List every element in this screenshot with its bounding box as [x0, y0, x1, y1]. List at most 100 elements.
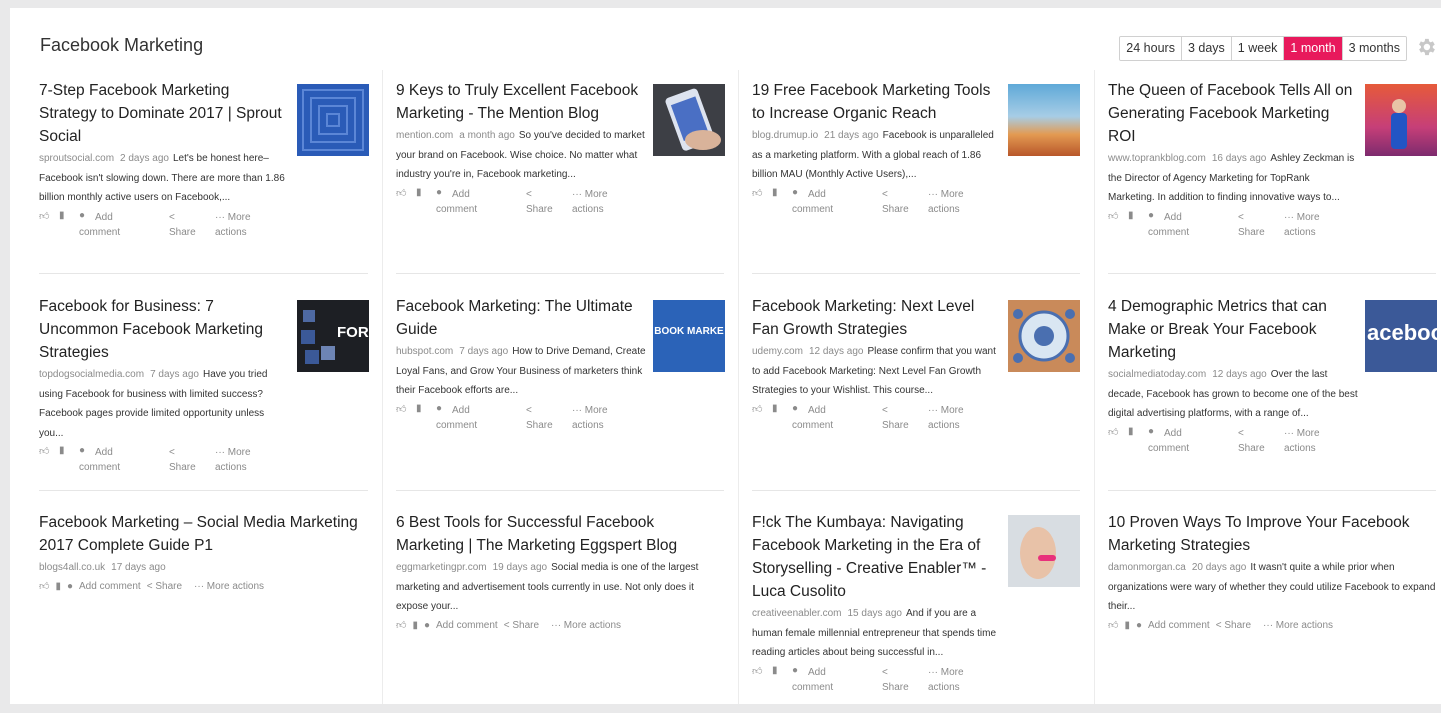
more-actions-button[interactable]: ··· More actions	[572, 403, 608, 433]
bookmark-icon[interactable]: ▮	[1128, 210, 1134, 221]
article-thumbnail[interactable]: FOR	[297, 300, 369, 372]
comment-icon[interactable]: ●	[79, 210, 85, 221]
bookmark-icon[interactable]: ▮	[55, 581, 61, 592]
bookmark-icon[interactable]: ▮	[59, 445, 65, 456]
comment-icon[interactable]: ●	[792, 187, 798, 198]
add-comment-button[interactable]: Add comment	[1148, 426, 1189, 456]
share-button[interactable]: < Share	[169, 445, 196, 475]
comment-icon[interactable]: ●	[1148, 426, 1154, 437]
article-thumbnail[interactable]: BOOK MARKE	[653, 300, 725, 372]
thumbs-up-icon[interactable]: 👍︎	[752, 187, 762, 199]
share-button[interactable]: < Share	[169, 210, 196, 240]
article-title[interactable]: 6 Best Tools for Successful Facebook Mar…	[396, 511, 726, 557]
article-source[interactable]: hubspot.com	[396, 346, 453, 357]
article-title[interactable]: The Queen of Facebook Tells All on Gener…	[1108, 79, 1358, 148]
more-actions-button[interactable]: ··· More actions	[1263, 620, 1333, 631]
article-source[interactable]: creativeenabler.com	[752, 608, 842, 619]
bookmark-icon[interactable]: ▮	[59, 210, 65, 221]
more-actions-button[interactable]: ··· More actions	[215, 445, 251, 475]
article-title[interactable]: F!ck The Kumbaya: Navigating Facebook Ma…	[752, 511, 1002, 603]
article-title[interactable]: Facebook for Business: 7 Uncommon Facebo…	[39, 295, 289, 364]
more-actions-button[interactable]: ··· More actions	[928, 665, 964, 695]
article-title[interactable]: 9 Keys to Truly Excellent Facebook Marke…	[396, 79, 646, 125]
comment-icon[interactable]: ●	[792, 665, 798, 676]
thumbs-up-icon[interactable]: 👍︎	[396, 403, 406, 415]
more-actions-button[interactable]: ··· More actions	[928, 403, 964, 433]
thumbs-up-icon[interactable]: 👍︎	[1108, 620, 1118, 631]
article-thumbnail[interactable]	[1365, 84, 1437, 156]
comment-icon[interactable]: ●	[1136, 620, 1142, 631]
add-comment-button[interactable]: Add comment	[792, 403, 833, 433]
share-button[interactable]: < Share	[526, 403, 553, 433]
comment-icon[interactable]: ●	[79, 445, 85, 456]
more-actions-button[interactable]: ··· More actions	[928, 187, 964, 217]
thumbs-up-icon[interactable]: 👍︎	[1108, 210, 1118, 222]
article-source[interactable]: udemy.com	[752, 346, 803, 357]
share-button[interactable]: < Share	[1216, 620, 1257, 631]
thumbs-up-icon[interactable]: 👍︎	[39, 445, 49, 457]
add-comment-button[interactable]: Add comment	[792, 665, 833, 695]
bookmark-icon[interactable]: ▮	[1124, 620, 1130, 631]
add-comment-button[interactable]: Add comment	[436, 187, 477, 217]
bookmark-icon[interactable]: ▮	[412, 620, 418, 631]
article-title[interactable]: Facebook Marketing: Next Level Fan Growt…	[752, 295, 1002, 341]
comment-icon[interactable]: ●	[1148, 210, 1154, 221]
share-button[interactable]: < Share	[147, 581, 188, 592]
article-thumbnail[interactable]	[1008, 300, 1080, 372]
share-button[interactable]: < Share	[882, 403, 909, 433]
article-title[interactable]: Facebook Marketing: The Ultimate Guide	[396, 295, 646, 341]
thumbs-up-icon[interactable]: 👍︎	[396, 620, 406, 631]
add-comment-button[interactable]: Add comment	[1148, 620, 1210, 631]
add-comment-button[interactable]: Add comment	[436, 403, 477, 433]
bookmark-icon[interactable]: ▮	[772, 187, 778, 198]
more-actions-button[interactable]: ··· More actions	[572, 187, 608, 217]
add-comment-button[interactable]: Add comment	[79, 581, 141, 592]
thumbs-up-icon[interactable]: 👍︎	[752, 665, 762, 677]
gear-icon[interactable]	[1415, 36, 1437, 58]
article-source[interactable]: topdogsocialmedia.com	[39, 369, 144, 380]
article-title[interactable]: 19 Free Facebook Marketing Tools to Incr…	[752, 79, 1002, 125]
thumbs-up-icon[interactable]: 👍︎	[39, 210, 49, 222]
more-actions-button[interactable]: ··· More actions	[1284, 210, 1320, 240]
article-thumbnail[interactable]	[297, 84, 369, 156]
more-actions-button[interactable]: ··· More actions	[194, 581, 264, 592]
article-thumbnail[interactable]	[1008, 515, 1080, 587]
article-title[interactable]: 10 Proven Ways To Improve Your Facebook …	[1108, 511, 1438, 557]
add-comment-button[interactable]: Add comment	[1148, 210, 1189, 240]
article-title[interactable]: Facebook Marketing – Social Media Market…	[39, 511, 369, 557]
thumbs-up-icon[interactable]: 👍︎	[1108, 426, 1118, 438]
bookmark-icon[interactable]: ▮	[772, 665, 778, 676]
article-title[interactable]: 7-Step Facebook Marketing Strategy to Do…	[39, 79, 289, 148]
filter-1-week[interactable]: 1 week	[1231, 37, 1285, 60]
bookmark-icon[interactable]: ▮	[772, 403, 778, 414]
add-comment-button[interactable]: Add comment	[79, 210, 120, 240]
more-actions-button[interactable]: ··· More actions	[215, 210, 251, 240]
thumbs-up-icon[interactable]: 👍︎	[39, 581, 49, 592]
filter-3-days[interactable]: 3 days	[1181, 37, 1232, 60]
share-button[interactable]: < Share	[504, 620, 545, 631]
comment-icon[interactable]: ●	[67, 581, 73, 592]
article-thumbnail[interactable]	[1008, 84, 1080, 156]
add-comment-button[interactable]: Add comment	[792, 187, 833, 217]
add-comment-button[interactable]: Add comment	[436, 620, 498, 631]
filter-1-month[interactable]: 1 month	[1284, 37, 1343, 60]
filter-24-hours[interactable]: 24 hours	[1120, 37, 1182, 60]
more-actions-button[interactable]: ··· More actions	[1284, 426, 1320, 456]
more-actions-button[interactable]: ··· More actions	[551, 620, 621, 631]
bookmark-icon[interactable]: ▮	[416, 403, 422, 414]
share-button[interactable]: < Share	[882, 665, 909, 695]
article-source[interactable]: www.toprankblog.com	[1108, 153, 1206, 164]
article-source[interactable]: eggmarketingpr.com	[396, 562, 487, 573]
comment-icon[interactable]: ●	[792, 403, 798, 414]
thumbs-up-icon[interactable]: 👍︎	[752, 403, 762, 415]
bookmark-icon[interactable]: ▮	[416, 187, 422, 198]
bookmark-icon[interactable]: ▮	[1128, 426, 1134, 437]
comment-icon[interactable]: ●	[436, 187, 442, 198]
thumbs-up-icon[interactable]: 👍︎	[396, 187, 406, 199]
share-button[interactable]: < Share	[882, 187, 909, 217]
add-comment-button[interactable]: Add comment	[79, 445, 120, 475]
article-title[interactable]: 4 Demographic Metrics that can Make or B…	[1108, 295, 1358, 364]
article-source[interactable]: mention.com	[396, 130, 453, 141]
article-source[interactable]: blogs4all.co.uk	[39, 562, 105, 573]
article-source[interactable]: socialmediatoday.com	[1108, 369, 1206, 380]
